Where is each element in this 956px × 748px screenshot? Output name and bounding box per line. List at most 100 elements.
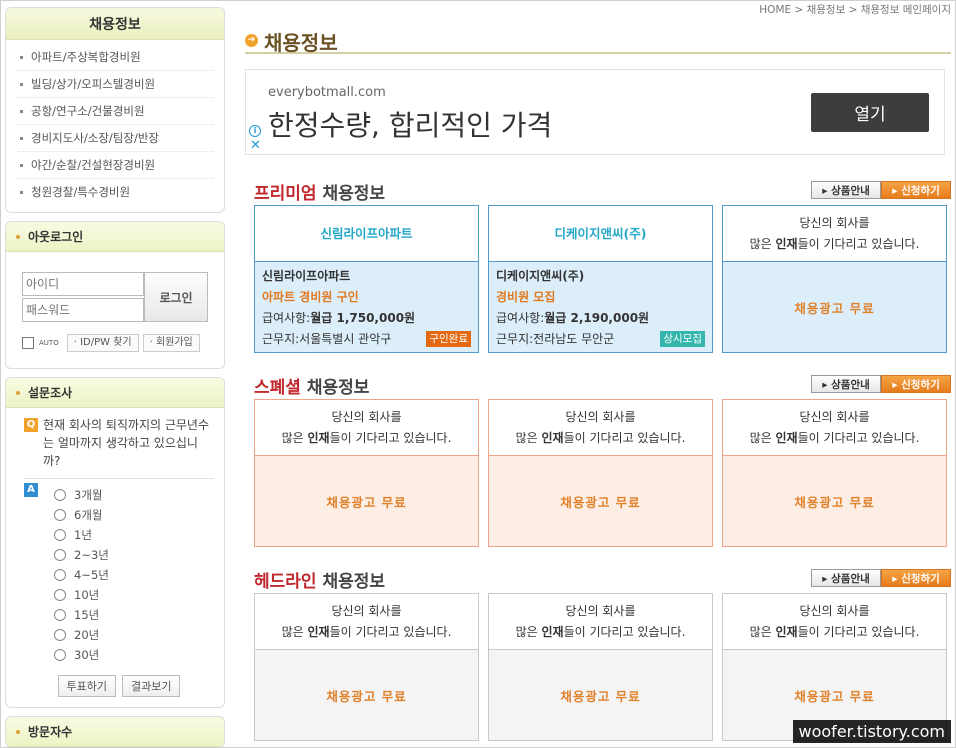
category-box: 채용정보 아파트/주상복합경비원 빌딩/상가/오피스텔경비원 공항/연구소/건물…: [5, 7, 225, 213]
page-frame: 채용정보 아파트/주상복합경비원 빌딩/상가/오피스텔경비원 공항/연구소/건물…: [0, 0, 956, 748]
radio-button[interactable]: [54, 549, 66, 561]
apply-button[interactable]: ▸ 신청하기: [881, 375, 951, 393]
poll-option[interactable]: 30년: [54, 645, 214, 665]
apply-button[interactable]: ▸ 신청하기: [881, 569, 951, 587]
free-ad-label[interactable]: 채용광고 무료: [723, 456, 946, 546]
radio-button[interactable]: [54, 589, 66, 601]
job-pay: 급여사항:월급 1,750,000원: [262, 311, 416, 325]
free-ad-label[interactable]: 채용광고 무료: [489, 650, 712, 740]
bullet-icon: [20, 191, 23, 194]
empty-card[interactable]: 당신의 회사를 많은 인재들이 기다리고 있습니다. 채용광고 무료: [722, 593, 947, 741]
radio-button[interactable]: [54, 629, 66, 641]
login-links: AUTO · ID/PW 찾기 · 회원가입: [22, 334, 200, 352]
category-list: 아파트/주상복합경비원 빌딩/상가/오피스텔경비원 공항/연구소/건물경비원 경…: [6, 40, 224, 212]
close-icon[interactable]: ✕: [250, 139, 261, 152]
info-icon[interactable]: i: [249, 125, 261, 137]
poll-option[interactable]: 4~5년: [54, 565, 214, 585]
poll-title: 설문조사: [6, 378, 224, 408]
ad-headline: 한정수량, 합리적인 가격: [268, 109, 553, 142]
job-title[interactable]: 아파트 경비원 구인: [262, 287, 478, 308]
headline-section: 헤드라인 채용정보 ▸ 상품안내 ▸ 신청하기 당신의 회사를 많은 인재들이 기…: [254, 567, 951, 741]
radio-button[interactable]: [54, 609, 66, 621]
auto-login-checkbox[interactable]: [22, 337, 34, 349]
product-info-button[interactable]: ▸ 상품안내: [811, 181, 881, 199]
ad-banner[interactable]: everybotmall.com 한정수량, 합리적인 가격 열기 i ✕: [245, 69, 945, 155]
watermark: woofer.tistory.com: [792, 720, 951, 743]
empty-card[interactable]: 당신의 회사를 많은 인재들이 기다리고 있습니다. 채용광고 무료: [254, 593, 479, 741]
poll-option[interactable]: 2~3년: [54, 545, 214, 565]
page-title-bar: ➔ 채용정보: [245, 27, 951, 55]
special-section: 스폐셜 채용정보 ▸ 상품안내 ▸ 신청하기 당신의 회사를 많은 인재들이 기다…: [254, 373, 951, 547]
job-card[interactable]: 신림라이프아파트 신림라이프아파트 아파트 경비원 구인 급여사항:월급 1,7…: [254, 205, 479, 353]
poll-option[interactable]: 20년: [54, 625, 214, 645]
free-ad-label[interactable]: 채용광고 무료: [255, 456, 478, 546]
radio-button[interactable]: [54, 569, 66, 581]
empty-card-message: 당신의 회사를 많은 인재들이 기다리고 있습니다.: [723, 206, 946, 262]
poll-option[interactable]: 6개월: [54, 505, 214, 525]
result-button[interactable]: 결과보기: [122, 675, 181, 697]
category-item[interactable]: 공항/연구소/건물경비원: [18, 98, 214, 125]
radio-button[interactable]: [54, 529, 66, 541]
radio-button[interactable]: [54, 509, 66, 521]
join-button[interactable]: · 회원가입: [142, 334, 200, 352]
job-company: 신림라이프아파트: [262, 269, 351, 283]
premium-title: 프리미엄 채용정보: [254, 184, 386, 204]
job-title[interactable]: 경비원 모집: [496, 287, 712, 308]
bullet-icon: [20, 82, 23, 86]
apply-button[interactable]: ▸ 신청하기: [881, 181, 951, 199]
login-button[interactable]: 로그인: [144, 272, 208, 322]
page-title: 채용정보: [264, 31, 338, 55]
category-item[interactable]: 빌딩/상가/오피스텔경비원: [18, 71, 214, 98]
product-info-button[interactable]: ▸ 상품안내: [811, 375, 881, 393]
sidebar: 채용정보 아파트/주상복합경비원 빌딩/상가/오피스텔경비원 공항/연구소/건물…: [5, 7, 225, 747]
vote-button[interactable]: 투표하기: [57, 675, 116, 697]
poll-options: A 3개월 6개월 1년 2~3년 4~5년 10년 15년 20년 30년: [24, 479, 214, 665]
job-card[interactable]: 디케이지앤씨(주) 디케이지앤씨(주) 경비원 모집 급여사항:월급 2,190…: [488, 205, 713, 353]
empty-card[interactable]: 당신의 회사를 많은 인재들이 기다리고 있습니다. 채용광고 무료: [254, 399, 479, 547]
headline-cards: 당신의 회사를 많은 인재들이 기다리고 있습니다. 채용광고 무료 당신의 회사…: [254, 593, 951, 741]
premium-buttons: ▸ 상품안내 ▸ 신청하기: [811, 181, 951, 199]
poll-option[interactable]: 15년: [54, 605, 214, 625]
job-details: 디케이지앤씨(주) 경비원 모집 급여사항:월급 2,190,000원 근무지:…: [489, 262, 712, 352]
poll-buttons: 투표하기 결과보기: [24, 675, 214, 697]
empty-card[interactable]: 당신의 회사를 많은 인재들이 기다리고 있습니다. 채용광고 무료: [722, 399, 947, 547]
bullet-icon: [20, 55, 23, 59]
category-item[interactable]: 야간/순찰/건설현장경비원: [18, 152, 214, 179]
radio-button[interactable]: [54, 489, 66, 501]
radio-button[interactable]: [54, 649, 66, 661]
category-item[interactable]: 아파트/주상복합경비원: [18, 44, 214, 71]
ad-domain: everybotmall.com: [268, 85, 386, 100]
empty-card[interactable]: 당신의 회사를 많은 인재들이 기다리고 있습니다. 채용광고 무료: [488, 399, 713, 547]
dot-icon: [16, 234, 20, 239]
company-name[interactable]: 디케이지앤씨(주): [489, 206, 712, 262]
free-ad-label[interactable]: 채용광고 무료: [489, 456, 712, 546]
category-item[interactable]: 청원경찰/특수경비원: [18, 179, 214, 206]
id-input[interactable]: [22, 272, 144, 296]
login-box: 아웃로그인 로그인 AUTO · ID/PW 찾기 · 회원가입: [5, 221, 225, 369]
visitors-box: 방문자수: [5, 716, 225, 747]
free-ad-label[interactable]: 채용광고 무료: [723, 262, 946, 352]
poll-option[interactable]: 3개월: [54, 485, 214, 505]
poll-option[interactable]: 1년: [54, 525, 214, 545]
empty-card-message: 당신의 회사를 많은 인재들이 기다리고 있습니다.: [255, 594, 478, 650]
job-company: 디케이지앤씨(주): [496, 269, 585, 283]
poll-option[interactable]: 10년: [54, 585, 214, 605]
poll-box: 설문조사 Q 현재 회사의 퇴직까지의 근무년수는 얼마까지 생각하고 있으십니…: [5, 377, 225, 708]
company-name[interactable]: 신림라이프아파트: [255, 206, 478, 262]
premium-section: 프리미엄 채용정보 ▸ 상품안내 ▸ 신청하기 신림라이프아파트 신림라이프아파…: [254, 179, 951, 353]
special-header: 스폐셜 채용정보 ▸ 상품안내 ▸ 신청하기: [254, 373, 951, 399]
special-cards: 당신의 회사를 많은 인재들이 기다리고 있습니다. 채용광고 무료 당신의 회사…: [254, 399, 951, 547]
free-ad-label[interactable]: 채용광고 무료: [255, 650, 478, 740]
breadcrumb[interactable]: HOME > 채용정보 > 채용정보 메인페이지: [759, 2, 951, 17]
bullet-icon: [20, 163, 23, 167]
empty-card[interactable]: 당신의 회사를 많은 인재들이 기다리고 있습니다. 채용광고 무료: [488, 593, 713, 741]
answer-icon: A: [24, 483, 38, 497]
empty-card-message: 당신의 회사를 많은 인재들이 기다리고 있습니다.: [723, 400, 946, 456]
poll-question-text: 현재 회사의 퇴직까지의 근무년수는 얼마까지 생각하고 있으십니까?: [43, 418, 210, 468]
find-id-pw-button[interactable]: · ID/PW 찾기: [66, 334, 139, 352]
product-info-button[interactable]: ▸ 상품안내: [811, 569, 881, 587]
password-input[interactable]: [22, 298, 144, 322]
empty-card[interactable]: 당신의 회사를 많은 인재들이 기다리고 있습니다. 채용광고 무료: [722, 205, 947, 353]
ad-open-button[interactable]: 열기: [811, 93, 929, 132]
category-item[interactable]: 경비지도사/소장/팀장/반장: [18, 125, 214, 152]
